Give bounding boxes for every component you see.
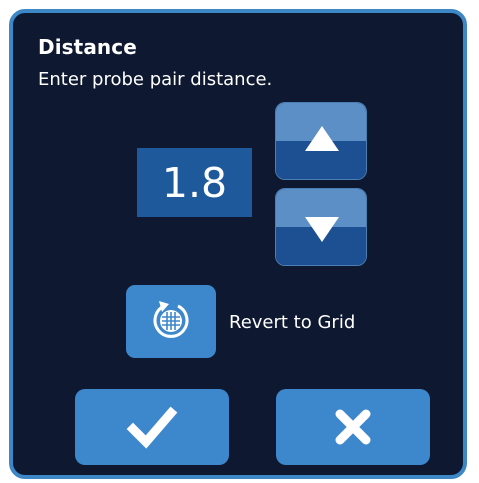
decrease-button[interactable] — [275, 188, 367, 266]
x-icon — [335, 409, 371, 445]
triangle-up-icon — [305, 126, 339, 151]
cancel-button[interactable] — [276, 389, 430, 465]
triangle-down-icon — [305, 217, 339, 242]
revert-to-grid-label: Revert to Grid — [229, 312, 356, 333]
revert-to-grid-button[interactable] — [126, 285, 216, 358]
confirm-button[interactable] — [75, 389, 229, 465]
dialog-prompt: Enter probe pair distance. — [38, 69, 273, 90]
distance-value: 1.8 — [161, 158, 228, 207]
distance-value-field[interactable]: 1.8 — [137, 148, 252, 217]
checkmark-icon — [126, 406, 178, 449]
increase-button[interactable] — [275, 102, 367, 180]
distance-dialog: Distance Enter probe pair distance. 1.8 — [9, 9, 467, 479]
grid-revert-icon — [153, 301, 189, 338]
dialog-title: Distance — [38, 35, 137, 59]
